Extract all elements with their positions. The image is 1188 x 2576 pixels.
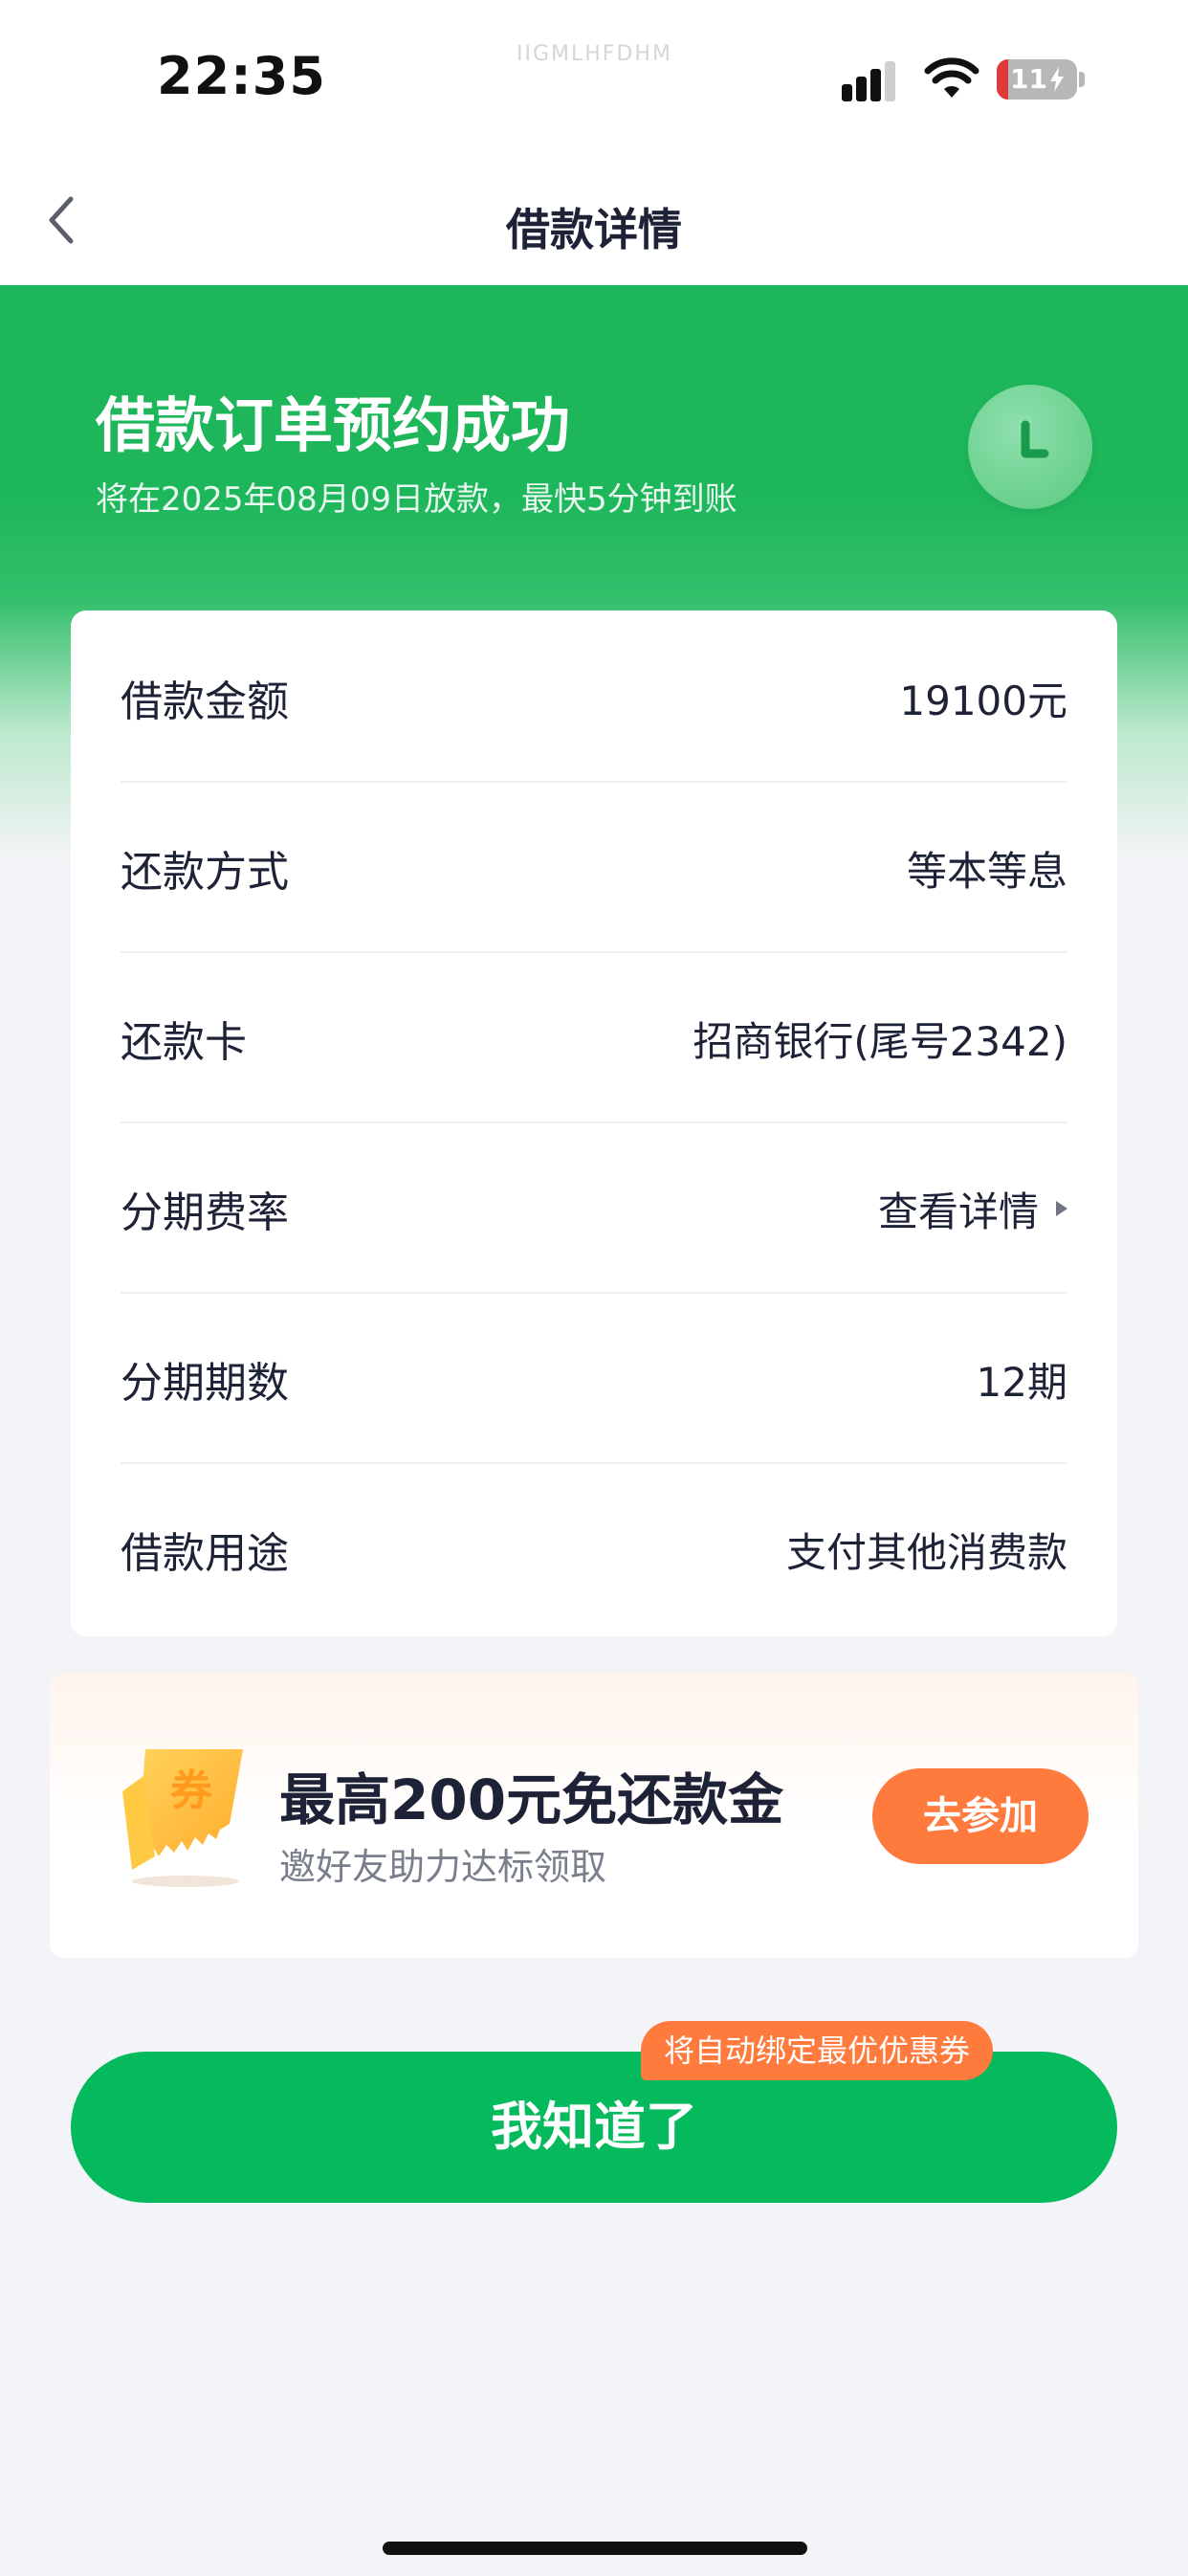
detail-label: 还款卡 [121, 1018, 247, 1067]
promo-subtitle: 邀好友助力达标领取 [279, 1846, 607, 1888]
wifi-icon [924, 57, 979, 98]
clock-icon [968, 385, 1092, 509]
success-title: 借款订单预约成功 [96, 390, 571, 460]
loan-details-card: 借款金额 19100元 还款方式 等本等息 还款卡 招商银行(尾号2342) 分… [71, 611, 1117, 1636]
detail-row-installment-count: 分期期数 12期 [121, 1294, 1067, 1464]
home-indicator[interactable] [383, 2542, 807, 2555]
detail-value: 19100元 [899, 677, 1067, 724]
page-title: 借款详情 [506, 204, 682, 255]
detail-row-loan-purpose: 借款用途 支付其他消费款 [121, 1464, 1067, 1634]
detail-row-repayment-method: 还款方式 等本等息 [121, 783, 1067, 953]
join-button[interactable]: 去参加 [872, 1768, 1089, 1864]
detail-label: 分期期数 [121, 1359, 289, 1408]
view-details-link[interactable]: 查看详情 [878, 1180, 1067, 1238]
promo-card[interactable]: 券 最高200元免还款金 邀好友助力达标领取 去参加 [50, 1673, 1138, 1958]
detail-row-loan-amount: 借款金额 19100元 [121, 612, 1067, 783]
watermark-text: IIGMLHFDHM [517, 42, 672, 66]
detail-row-repayment-card: 还款卡 招商银行(尾号2342) [121, 953, 1067, 1123]
detail-label: 借款用途 [121, 1529, 289, 1578]
coupon-icon: 券 [122, 1749, 243, 1887]
view-details-label: 查看详情 [877, 1188, 1039, 1235]
detail-value: 等本等息 [906, 847, 1067, 895]
battery-percent: 11 [1010, 63, 1047, 95]
success-subtitle: 将在2025年08月09日放款，最快5分钟到账 [96, 480, 737, 519]
detail-value: 支付其他消费款 [785, 1528, 1067, 1576]
battery-tip [1079, 72, 1085, 87]
detail-label: 分期费率 [121, 1188, 289, 1237]
coupon-glyph: 券 [170, 1766, 213, 1815]
detail-label: 还款方式 [121, 848, 289, 897]
detail-row-installment-rate[interactable]: 分期费率 查看详情 [121, 1123, 1067, 1294]
detail-value: 12期 [976, 1358, 1067, 1406]
coupon-auto-bind-tag: 将自动绑定最优优惠券 [641, 2021, 994, 2080]
nav-bar: 借款详情 [0, 153, 1188, 285]
status-time: 22:35 [157, 46, 326, 106]
caret-right-icon [1056, 1201, 1067, 1216]
detail-value: 招商银行(尾号2342) [693, 1017, 1067, 1065]
status-bar: 22:35 IIGMLHFDHM 11 [0, 0, 1188, 153]
promo-title: 最高200元免还款金 [279, 1767, 784, 1832]
cellular-signal-icon [842, 61, 905, 101]
detail-label: 借款金额 [121, 677, 289, 726]
battery-icon: 11 [997, 59, 1077, 100]
